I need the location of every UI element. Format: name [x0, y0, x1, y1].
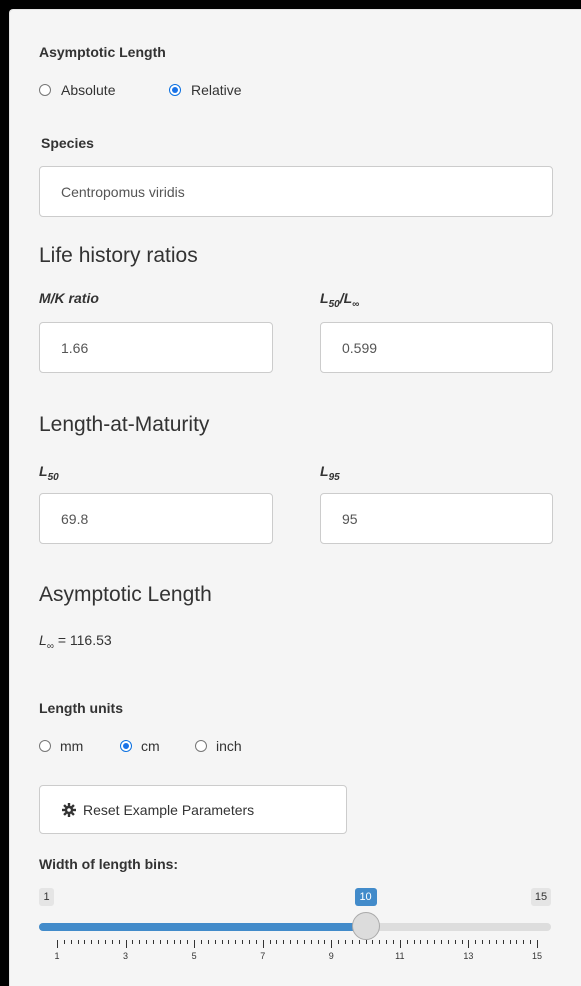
- l50-input[interactable]: 69.8: [39, 493, 273, 544]
- radio-mm[interactable]: mm: [39, 738, 83, 754]
- l50-linf-input[interactable]: 0.599: [320, 322, 553, 373]
- radio-inch-label: inch: [216, 738, 242, 754]
- asymptotic-length-label: Asymptotic Length: [39, 44, 166, 60]
- slider-handle[interactable]: [351, 912, 380, 940]
- radio-absolute-circle[interactable]: [39, 84, 51, 96]
- l50-linf-label-rest: /L: [339, 290, 353, 306]
- radio-cm[interactable]: cm: [120, 738, 160, 754]
- radio-absolute[interactable]: Absolute: [39, 82, 115, 98]
- l50-label: L50: [39, 463, 59, 483]
- length-units-label: Length units: [39, 700, 123, 716]
- radio-cm-circle[interactable]: [120, 740, 132, 752]
- linf-result-l: L: [39, 632, 47, 648]
- radio-relative[interactable]: Relative: [169, 82, 242, 98]
- length-at-maturity-heading: Length-at-Maturity: [39, 413, 210, 436]
- reset-example-parameters-button[interactable]: Reset Example Parameters: [39, 785, 347, 834]
- radio-inch[interactable]: inch: [195, 738, 242, 754]
- l95-value: 95: [342, 510, 358, 527]
- radio-absolute-label: Absolute: [61, 82, 116, 98]
- l50-label-sub: 50: [47, 471, 59, 483]
- l95-label: L95: [320, 463, 340, 483]
- l50-linf-label: L50/L∞: [320, 290, 359, 310]
- slider-max-label: 15: [531, 888, 551, 906]
- slider-min-label: 1: [39, 888, 54, 906]
- radio-mm-circle[interactable]: [39, 740, 51, 752]
- radio-relative-circle[interactable]: [169, 84, 181, 96]
- l50-linf-label-inf: ∞: [352, 298, 360, 310]
- species-label: Species: [41, 135, 94, 151]
- l50-linf-value: 0.599: [342, 339, 378, 356]
- life-history-ratios-heading: Life history ratios: [39, 244, 198, 267]
- l95-label-l: L: [320, 463, 329, 479]
- gear-icon: [62, 802, 76, 817]
- mk-ratio-value: 1.66: [61, 339, 89, 356]
- l50-linf-label-l: L: [320, 290, 329, 306]
- mk-ratio-label: M/K ratio: [39, 290, 99, 306]
- l95-input[interactable]: 95: [320, 493, 553, 544]
- radio-inch-circle[interactable]: [195, 740, 207, 752]
- radio-cm-label: cm: [141, 738, 160, 754]
- l50-label-l: L: [39, 463, 48, 479]
- bin-width-label: Width of length bins:: [39, 856, 179, 872]
- species-input-value: Centropomus viridis: [61, 183, 185, 200]
- radio-mm-label: mm: [60, 738, 84, 754]
- species-input[interactable]: Centropomus viridis: [39, 166, 553, 217]
- l50-linf-label-sub: 50: [328, 298, 340, 310]
- reset-button-label: Reset Example Parameters: [83, 801, 255, 818]
- slider-fill: [39, 923, 366, 931]
- linf-result-value: = 116.53: [53, 632, 112, 648]
- l50-value: 69.8: [61, 510, 89, 527]
- asymptotic-length-heading: Asymptotic Length: [39, 583, 212, 606]
- linf-result-sub: ∞: [46, 640, 54, 652]
- mk-ratio-input[interactable]: 1.66: [39, 322, 273, 373]
- slider-value-label: 10: [354, 888, 377, 906]
- radio-relative-label: Relative: [191, 82, 242, 98]
- l95-label-sub: 95: [328, 471, 340, 483]
- linf-result: L∞ = 116.53: [39, 632, 112, 652]
